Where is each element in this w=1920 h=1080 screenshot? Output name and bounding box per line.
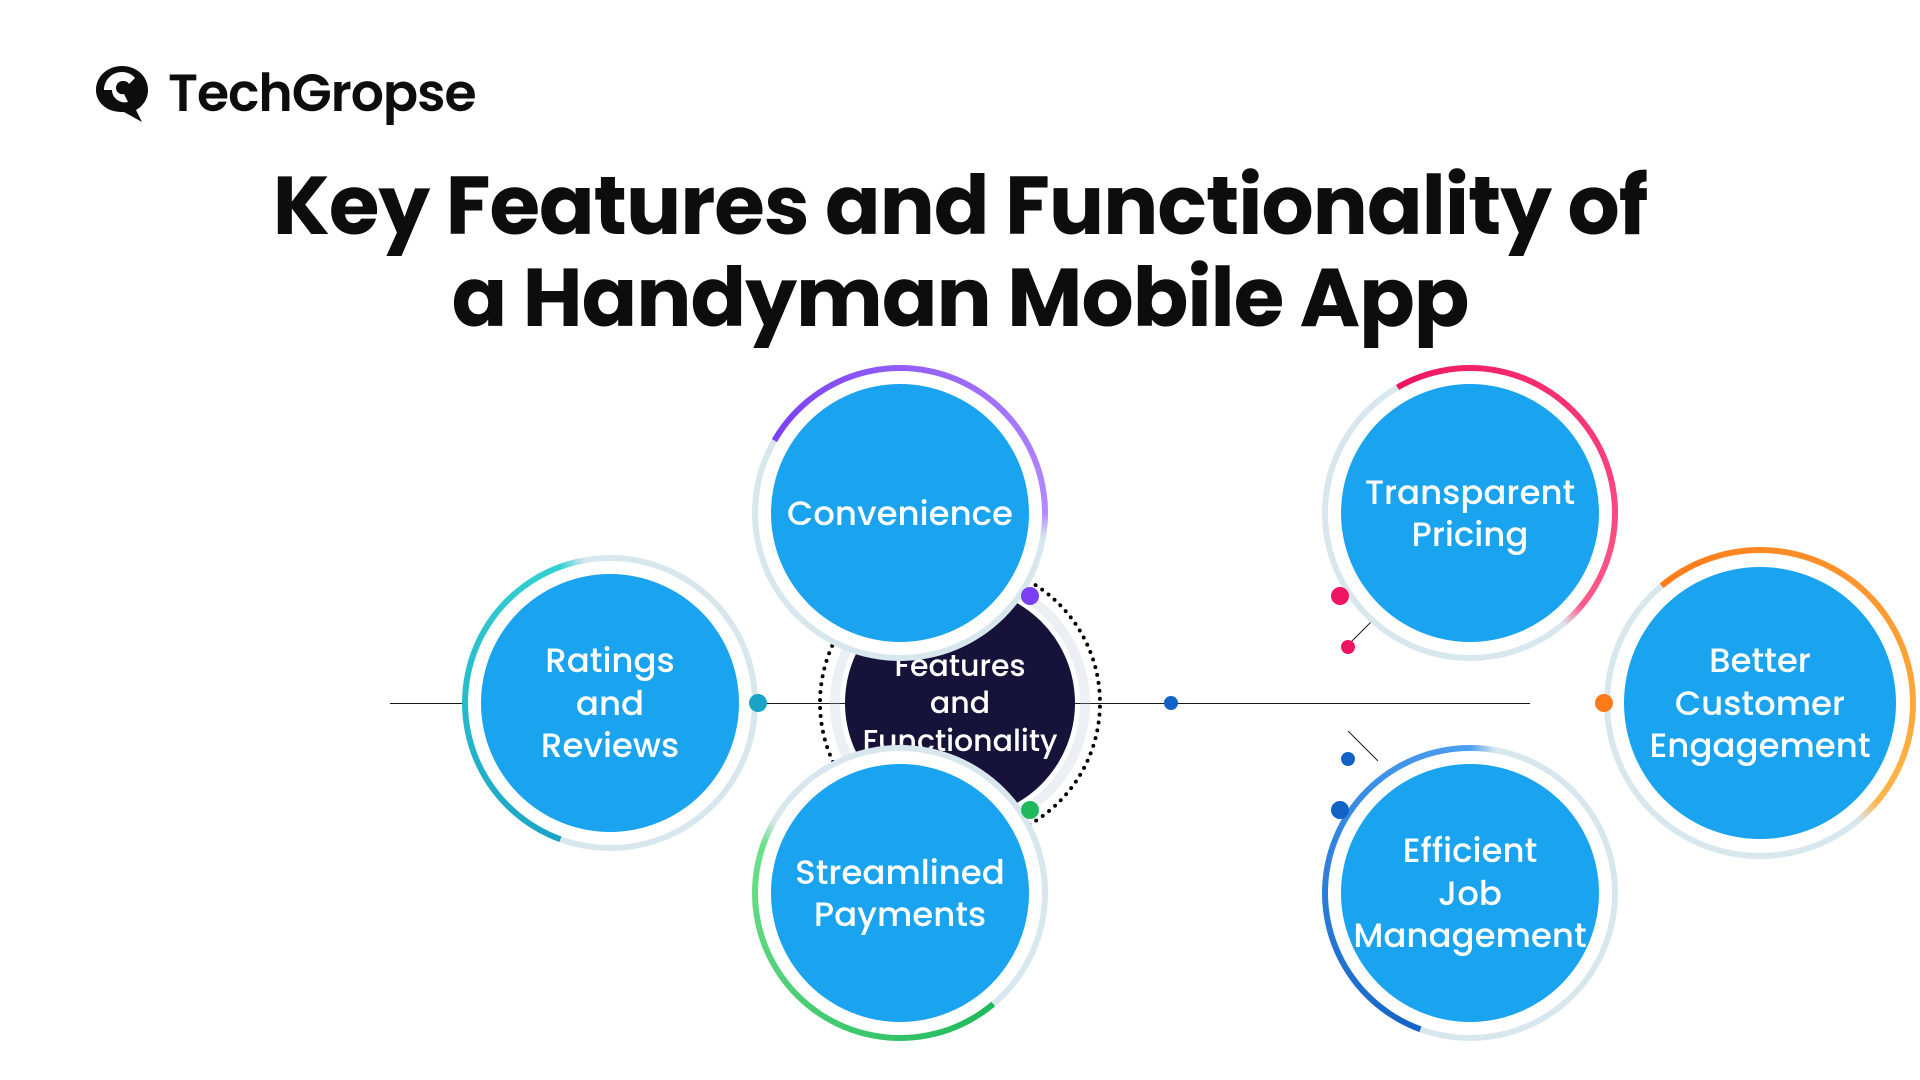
node-engagement: BetterCustomerEngagement xyxy=(1604,547,1916,859)
diagram-canvas: TechGropse Key Features and Functionalit… xyxy=(0,0,1920,1080)
brand-logo: TechGropse xyxy=(90,55,476,133)
node-convenience-label: Convenience xyxy=(771,384,1029,642)
node-ratings-label: RatingsandReviews xyxy=(481,574,739,832)
node-payments: StreamlinedPayments xyxy=(752,745,1048,1041)
node-jobs: EfficientJobManagement xyxy=(1322,745,1618,1041)
node-jobs-label: EfficientJobManagement xyxy=(1341,764,1599,1022)
node-pricing: TransparentPricing xyxy=(1322,365,1618,661)
arc-dot-icon xyxy=(1021,587,1039,605)
node-convenience: Convenience xyxy=(752,365,1048,661)
arc-dot-icon xyxy=(749,694,767,712)
node-ratings: RatingsandReviews xyxy=(462,555,758,851)
arc-dot-icon xyxy=(1331,801,1349,819)
arc-dot-icon xyxy=(1331,587,1349,605)
feature-diagram: FeaturesandFunctionality RatingsandRevie… xyxy=(230,365,1690,1065)
brand-name: TechGropse xyxy=(168,55,476,133)
arc-dot-icon xyxy=(1021,801,1039,819)
node-pricing-label: TransparentPricing xyxy=(1341,384,1599,642)
arc-dot-icon xyxy=(1595,694,1613,712)
node-payments-label: StreamlinedPayments xyxy=(771,764,1029,1022)
connector-dot xyxy=(1164,696,1178,710)
logo-icon xyxy=(90,62,154,126)
page-title: Key Features and Functionality ofa Handy… xyxy=(0,160,1920,344)
node-engagement-label: BetterCustomerEngagement xyxy=(1624,567,1896,839)
